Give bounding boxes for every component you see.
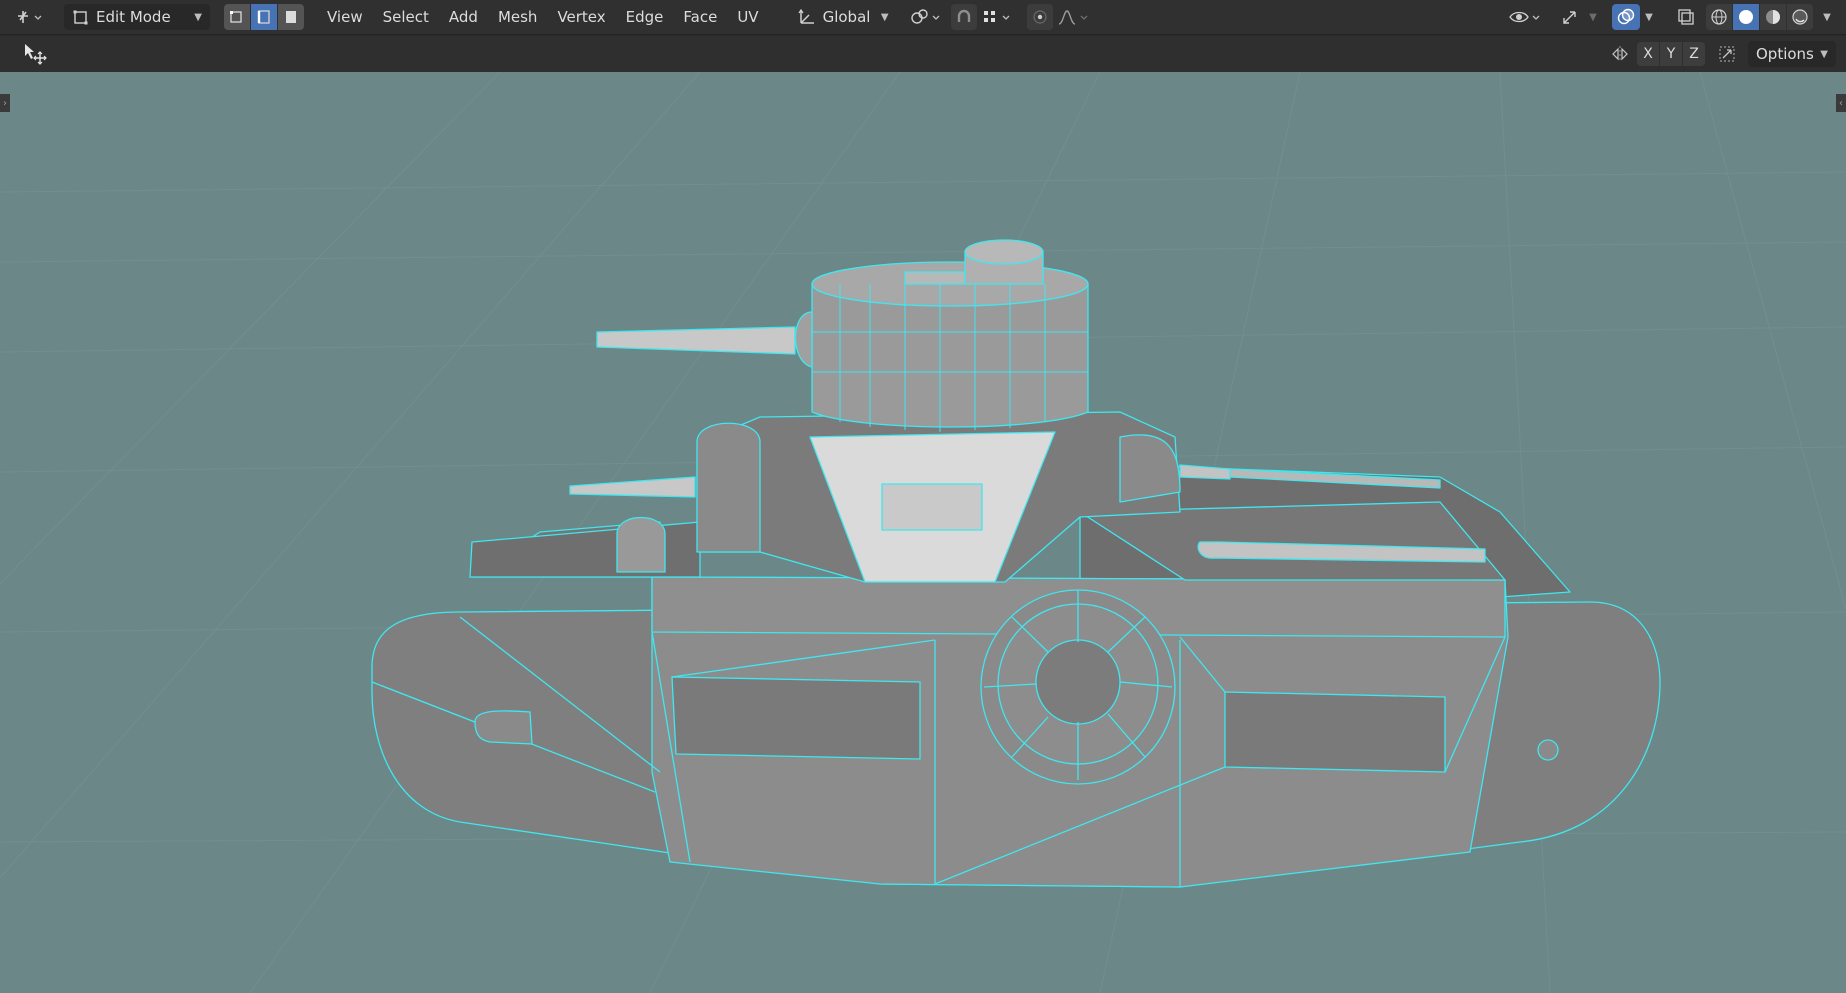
mirror-axes: X Y Z: [1637, 42, 1706, 66]
side-hatch-right[interactable]: [1224, 691, 1446, 773]
gizmo-dropdown[interactable]: ▼: [1584, 4, 1602, 30]
chevron-down-icon: ▼: [880, 11, 889, 23]
wireframe-shading-button[interactable]: [1706, 4, 1732, 30]
mode-dropdown[interactable]: Edit Mode ▼: [64, 4, 210, 30]
options-label: Options: [1756, 45, 1814, 63]
wireframe-shading-icon: [1711, 9, 1727, 25]
editor-type-button[interactable]: [10, 4, 52, 30]
road-wheel-hub[interactable]: [1035, 639, 1121, 725]
orientation-label: Global: [822, 8, 871, 26]
menu-vertex[interactable]: Vertex: [547, 4, 615, 30]
face-select-icon: [286, 11, 296, 23]
chevron-down-icon: ▼: [1820, 48, 1828, 60]
chevron-down-icon: ▼: [1645, 11, 1653, 23]
chevron-left-icon: ‹: [1839, 97, 1843, 109]
rendered-shading-button[interactable]: [1787, 4, 1813, 30]
pivot-point-button[interactable]: [907, 4, 945, 30]
xray-icon: [1678, 9, 1694, 25]
turret-hatch[interactable]: [904, 271, 966, 285]
snap-target-button[interactable]: [979, 4, 1017, 30]
pivot-point-icon: [910, 9, 940, 24]
gizmo-toggle-button[interactable]: [1556, 4, 1584, 30]
front-hatch[interactable]: [881, 483, 983, 531]
menu-select[interactable]: Select: [373, 4, 439, 30]
vertex-select-icon: [230, 11, 242, 23]
move-tool-icon: [25, 44, 47, 65]
face-select-button[interactable]: [278, 4, 304, 30]
solid-shading-button[interactable]: [1733, 4, 1759, 30]
snap-increment-icon: [983, 11, 1010, 22]
transform-orientation-icon: [798, 8, 814, 24]
orientation-dropdown[interactable]: Global ▼: [789, 4, 897, 30]
edge-select-button[interactable]: [251, 4, 277, 30]
vertex-select-button[interactable]: [224, 4, 250, 30]
edge-select-icon: [257, 10, 270, 24]
xray-toggle-button[interactable]: [1672, 4, 1700, 30]
overlay-toggle-button[interactable]: [1612, 4, 1640, 30]
3d-viewport[interactable]: › ‹: [0, 72, 1846, 993]
toolbar-toggle[interactable]: ›: [0, 94, 10, 112]
chevron-down-icon: ▼: [1589, 11, 1597, 23]
mirror-icon: [1612, 46, 1628, 62]
tool-settings-header: X Y Z Options ▼: [0, 36, 1846, 72]
sidebar-toggle[interactable]: ‹: [1836, 94, 1846, 112]
chevron-down-icon: ▼: [194, 11, 202, 23]
axis-x-toggle[interactable]: X: [1637, 42, 1659, 66]
mg-turret-left[interactable]: [696, 422, 761, 553]
header-menus: View Select Add Mesh Vertex Edge Face UV: [317, 4, 769, 30]
auto-merge-icon: [1719, 46, 1735, 62]
proportional-editing-icon: [1032, 10, 1047, 24]
chevron-right-icon: ›: [3, 97, 7, 109]
select-mode-group: [224, 4, 305, 30]
menu-face[interactable]: Face: [673, 4, 727, 30]
side-hatch-left[interactable]: [671, 676, 921, 760]
menu-add[interactable]: Add: [439, 4, 488, 30]
shading-dropdown[interactable]: ▼: [1816, 4, 1838, 30]
cupola-top[interactable]: [964, 239, 1044, 265]
visibility-button[interactable]: [1506, 4, 1546, 30]
solid-shading-icon: [1739, 10, 1753, 24]
material-shading-button[interactable]: [1760, 4, 1786, 30]
edit-mode-icon: [73, 10, 88, 25]
proportional-editing-button[interactable]: [1026, 4, 1053, 30]
magnet-icon: [957, 9, 970, 22]
auto-merge-button[interactable]: [1714, 41, 1740, 67]
gizmo-icon: [1563, 11, 1576, 24]
mirror-toggle-button[interactable]: [1607, 41, 1633, 67]
falloff-curve-icon: [1058, 10, 1088, 25]
chevron-down-icon: ▼: [1823, 11, 1831, 23]
rendered-shading-icon: [1792, 9, 1808, 25]
mode-label: Edit Mode: [96, 8, 171, 26]
menu-view[interactable]: View: [317, 4, 373, 30]
axis-y-toggle[interactable]: Y: [1660, 42, 1682, 66]
viewport-canvas[interactable]: [0, 72, 1846, 993]
snap-toggle-button[interactable]: [950, 4, 977, 30]
menu-uv[interactable]: UV: [727, 4, 768, 30]
viewport-3d-icon: [18, 11, 42, 23]
overlay-icon: [1617, 8, 1635, 25]
active-tool-button[interactable]: [20, 41, 50, 67]
visibility-icon: [1509, 11, 1540, 23]
rear-bolt[interactable]: [1537, 739, 1559, 761]
material-shading-icon: [1766, 10, 1780, 24]
axis-z-toggle[interactable]: Z: [1683, 42, 1705, 66]
viewport-header: Edit Mode ▼ View Select Add Mesh Vertex …: [0, 0, 1846, 35]
mg-small-cupola[interactable]: [616, 516, 666, 573]
falloff-button[interactable]: [1055, 4, 1095, 30]
overlay-dropdown[interactable]: ▼: [1640, 4, 1658, 30]
shading-mode-group: [1706, 4, 1814, 30]
menu-edge[interactable]: Edge: [616, 4, 674, 30]
options-dropdown[interactable]: Options ▼: [1748, 41, 1836, 67]
driver-hatch[interactable]: [474, 710, 533, 745]
menu-mesh[interactable]: Mesh: [488, 4, 548, 30]
